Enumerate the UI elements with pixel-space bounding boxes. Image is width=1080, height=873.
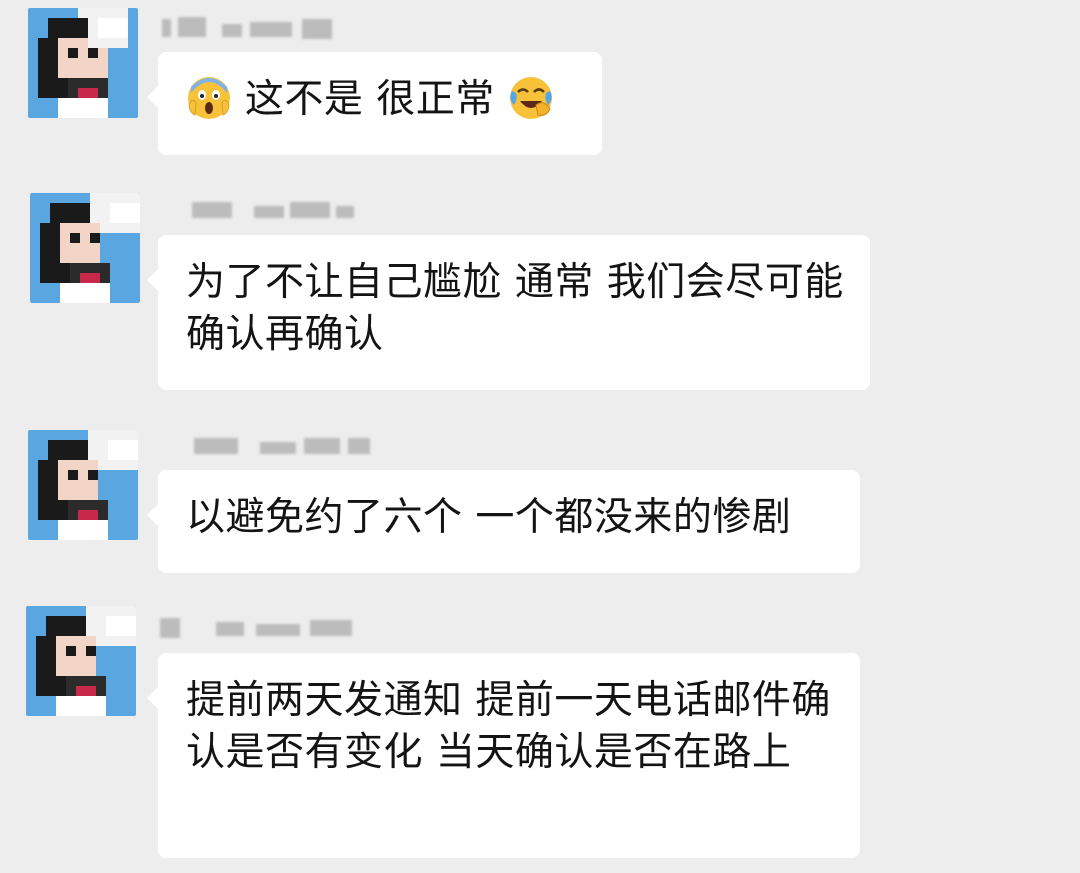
avatar[interactable] bbox=[26, 606, 136, 716]
avatar-pixel-art bbox=[26, 606, 136, 716]
message-bubble[interactable]: 这不是 很正常 bbox=[147, 52, 602, 155]
message-bubble[interactable]: 提前两天发通知 提前一天电话邮件确认是否有变化 当天确认是否在路上 bbox=[147, 653, 860, 858]
sender-name-blurred bbox=[172, 432, 370, 460]
sender-name-blurred bbox=[174, 196, 364, 224]
avatar-pixel-art bbox=[28, 8, 138, 118]
message-text: 提前两天发通知 提前一天电话邮件确认是否有变化 当天确认是否在路上 bbox=[186, 678, 831, 775]
message-text: 这不是 很正常 bbox=[244, 77, 495, 122]
avatar[interactable] bbox=[30, 193, 140, 303]
sender-name-blurred bbox=[162, 14, 352, 42]
message-bubble[interactable]: 为了不让自己尴尬 通常 我们会尽可能确认再确认 bbox=[147, 235, 870, 390]
scream-emoji-icon bbox=[186, 75, 232, 121]
laughing-crying-emoji-icon bbox=[508, 75, 554, 121]
avatar[interactable] bbox=[28, 8, 138, 118]
message-text: 为了不让自己尴尬 通常 我们会尽可能确认再确认 bbox=[186, 260, 844, 357]
avatar-pixel-art bbox=[28, 430, 138, 540]
sender-name-blurred bbox=[160, 614, 352, 642]
avatar[interactable] bbox=[28, 430, 138, 540]
message-text: 以避免约了六个 一个都没来的惨剧 bbox=[186, 495, 792, 540]
message-bubble[interactable]: 以避免约了六个 一个都没来的惨剧 bbox=[147, 470, 860, 573]
avatar-pixel-art bbox=[30, 193, 140, 303]
